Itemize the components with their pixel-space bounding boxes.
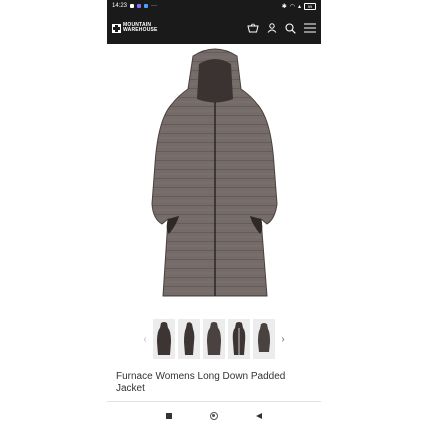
notification-icon bbox=[130, 4, 135, 8]
wifi-icon: ◠ bbox=[289, 3, 295, 10]
app-notification-icon bbox=[137, 4, 142, 8]
product-hero-image[interactable] bbox=[107, 44, 321, 314]
site-header: MOUNTAIN WAREHOUSE bbox=[107, 12, 321, 44]
phone-screen: 14:23 ··· ✱ ◠ ▴ 59 MOUNTAIN WAREHOUSE ‹ … bbox=[107, 0, 321, 428]
jacket-illustration bbox=[151, 48, 278, 297]
thumbnail-prev-arrow[interactable]: ‹ bbox=[140, 334, 150, 345]
signal-icon: ▴ bbox=[297, 3, 301, 10]
thumbnail-back[interactable] bbox=[203, 319, 225, 359]
thumbnail-open[interactable] bbox=[228, 319, 250, 359]
brand-line-2: WAREHOUSE bbox=[123, 27, 158, 33]
product-title: Furnace Womens Long Down Padded Jacket bbox=[116, 371, 286, 394]
brand-logo[interactable]: MOUNTAIN WAREHOUSE bbox=[112, 23, 158, 33]
basket-icon[interactable] bbox=[247, 23, 259, 33]
status-bar: 14:23 ··· ✱ ◠ ▴ 59 bbox=[107, 0, 321, 12]
home-icon[interactable] bbox=[210, 412, 218, 420]
thumbnail-side[interactable] bbox=[178, 319, 200, 359]
brand-name: MOUNTAIN WAREHOUSE bbox=[123, 23, 158, 33]
divider bbox=[107, 401, 321, 402]
status-time: 14:23 bbox=[112, 3, 128, 9]
thumbnail-front[interactable] bbox=[153, 319, 175, 359]
thumbnail-carousel: ‹ › bbox=[117, 318, 311, 360]
search-icon[interactable] bbox=[285, 22, 296, 34]
recent-apps-icon[interactable] bbox=[166, 413, 172, 419]
thumbnail-next-arrow[interactable]: › bbox=[278, 334, 288, 345]
account-icon[interactable] bbox=[267, 23, 277, 33]
messenger-icon bbox=[144, 4, 149, 8]
bluetooth-icon: ✱ bbox=[281, 3, 287, 10]
battery-icon: 59 bbox=[304, 2, 316, 10]
thumbnail-detail[interactable] bbox=[253, 319, 275, 359]
menu-icon[interactable] bbox=[304, 23, 316, 33]
back-icon[interactable] bbox=[256, 413, 262, 419]
logo-cross-icon bbox=[112, 23, 121, 33]
more-notifications: ··· bbox=[151, 3, 158, 9]
system-nav-bar bbox=[107, 404, 321, 428]
